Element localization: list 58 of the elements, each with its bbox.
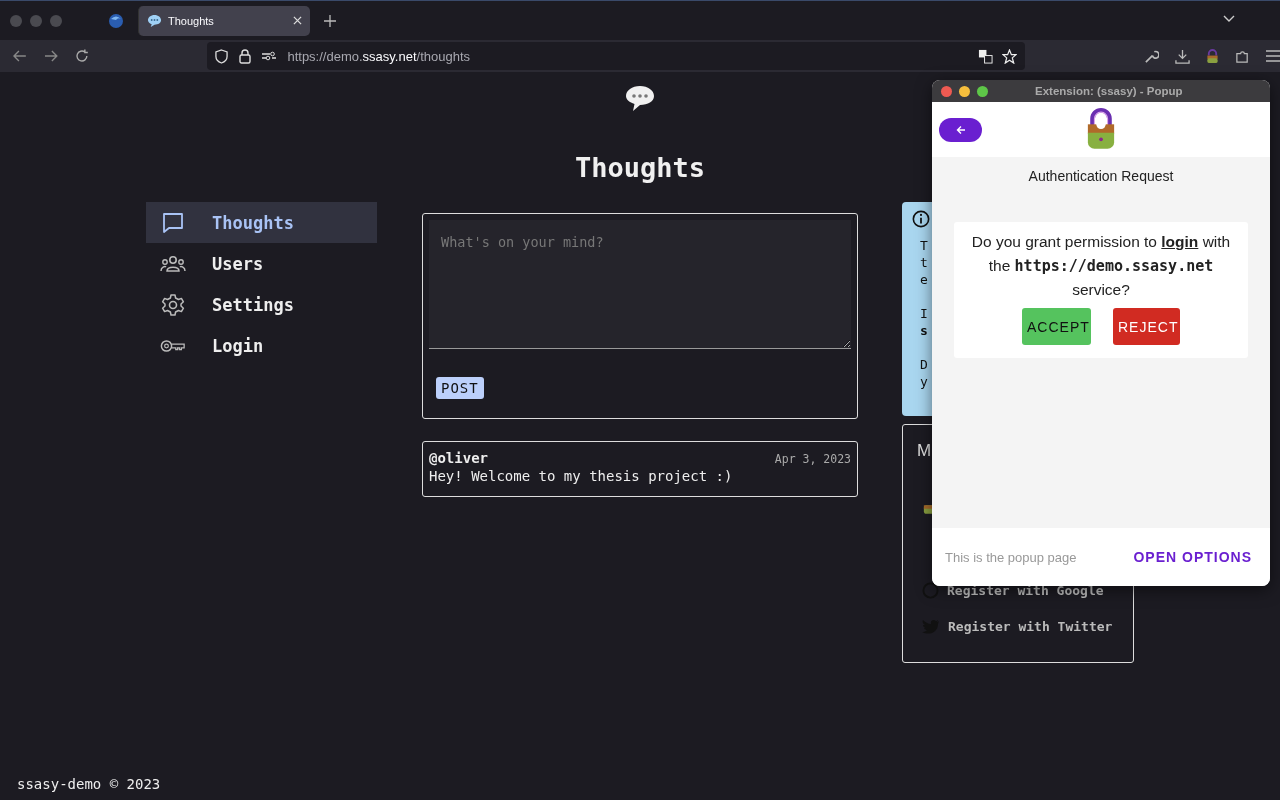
menu-icon[interactable] <box>1266 50 1280 62</box>
back-icon[interactable] <box>13 50 27 62</box>
post-button[interactable]: POST <box>436 377 484 399</box>
speech-bubble-icon <box>625 84 655 112</box>
key-icon <box>160 337 186 354</box>
post-text: Hey! Welcome to my thesis project :) <box>429 468 734 484</box>
users-icon <box>160 253 186 274</box>
new-tab-icon[interactable] <box>324 14 336 27</box>
info-text: I <box>920 305 928 322</box>
info-text: e <box>920 271 928 288</box>
chevron-down-icon[interactable] <box>1223 15 1235 23</box>
info-text: T <box>920 237 928 254</box>
register-link[interactable]: Register with Twitter <box>922 619 1113 634</box>
star-icon[interactable] <box>1002 48 1017 64</box>
download-icon[interactable] <box>1175 48 1190 64</box>
info-text: t <box>920 254 928 271</box>
window-zoom-control[interactable] <box>977 85 988 97</box>
page-title: Thoughts <box>574 151 705 185</box>
back-button[interactable] <box>939 117 982 142</box>
post-date: Apr 3, 2023 <box>774 452 851 466</box>
sliders-icon <box>262 51 277 61</box>
accept-button[interactable]: ACCEPT <box>1022 308 1091 345</box>
speech-bubble-icon <box>147 13 162 28</box>
window-minimize-control[interactable] <box>959 85 970 97</box>
close-icon[interactable] <box>293 16 302 25</box>
panel-heading: M <box>917 441 932 460</box>
back-icon <box>955 124 966 135</box>
open-options-link[interactable]: OPEN OPTIONS <box>1133 549 1252 565</box>
permission-message: Do you grant permission to login with the https://demo.ssasy.net service? <box>970 232 1232 300</box>
browser-tab[interactable]: Thoughts <box>138 5 310 36</box>
footer-text: This is the popup page <box>945 549 1077 565</box>
info-text: s <box>920 322 928 339</box>
info-text: D <box>920 356 928 373</box>
popup-heading: Authentication Request <box>1028 168 1174 184</box>
window-close-control[interactable] <box>941 85 952 97</box>
info-icon <box>912 210 930 228</box>
padlock-icon[interactable] <box>1206 48 1219 64</box>
address-bar[interactable]: https://demo.ssasy.net/thoughts <box>207 42 1025 70</box>
post-author: @oliver <box>429 450 488 466</box>
register-link[interactable]: Register with Google <box>922 582 1104 599</box>
reject-button[interactable]: REJECT <box>1113 308 1180 345</box>
forward-icon[interactable] <box>43 50 58 62</box>
shield-icon <box>215 48 229 64</box>
window-title: Extension: (ssasy) - Popup <box>1035 85 1183 97</box>
browser-logo-icon <box>108 12 124 29</box>
chat-icon <box>160 210 186 235</box>
sidebar-item[interactable]: Login <box>146 325 377 366</box>
gear-icon <box>160 292 186 317</box>
sidebar-item[interactable]: Thoughts <box>146 202 377 243</box>
padlock-icon <box>1086 107 1116 151</box>
reload-icon[interactable] <box>74 49 89 63</box>
info-text: y <box>920 373 928 390</box>
sidebar-item[interactable]: Settings <box>146 284 377 325</box>
lock-icon <box>239 48 252 64</box>
footer-text: ssasy-demo © 2023 <box>17 776 161 792</box>
url-text: https://demo.ssasy.net/thoughts <box>287 48 472 64</box>
sidebar-item[interactable]: Users <box>146 243 377 284</box>
thought-input-field[interactable]: What's on your mind? <box>429 220 851 349</box>
